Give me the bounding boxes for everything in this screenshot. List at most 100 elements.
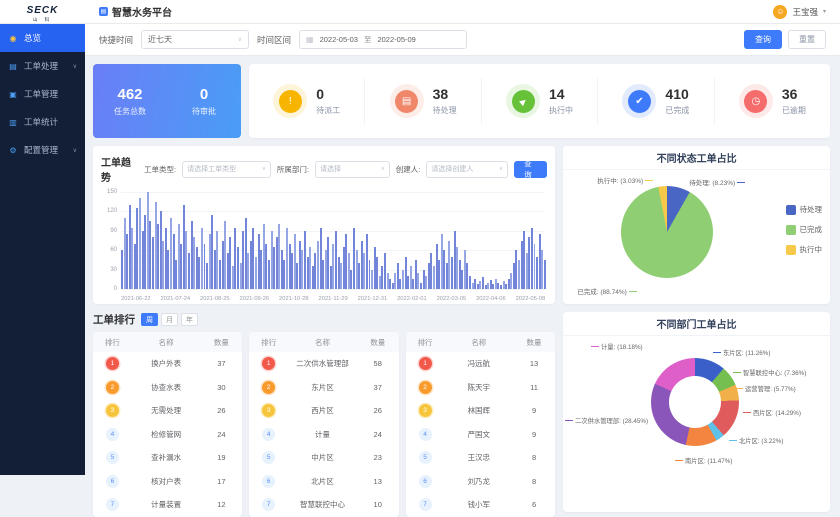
trend-search-button[interactable]: 查询 <box>514 161 547 178</box>
table-row: 2 东片区 37 <box>249 376 398 400</box>
app-icon: ▤ <box>99 7 108 16</box>
settings-icon: ⚙ <box>8 146 18 155</box>
order-type-select[interactable]: 请选择工单类型 ∨ <box>182 161 271 178</box>
stat-已完成: ✔ 410 已完成 <box>597 78 713 124</box>
rank-badge: 1 <box>106 357 119 370</box>
table-row: 3 无需处理 26 <box>93 399 242 423</box>
rank-tab-年[interactable]: 年 <box>181 313 198 326</box>
status-pie-card: 不同状态工单占比 待处理 已完成 执行中 待处理: (8.23%) 已完成: (8… <box>563 146 830 304</box>
chevron-icon: ∨ <box>73 147 77 154</box>
total-tasks-label: 任务总数 <box>93 106 167 117</box>
sidebar-item-order-stats[interactable]: ▥ 工单统计 <box>0 108 85 136</box>
pending-approval-value: 0 <box>167 86 241 103</box>
status-pie-title: 不同状态工单占比 <box>563 146 830 170</box>
dashboard-icon: ◉ <box>8 34 18 43</box>
donut-label: 智慧联控中心: (7.36%) <box>731 368 806 377</box>
date-end: 2022-05-09 <box>377 35 415 44</box>
pending-approval-label: 待审批 <box>167 106 241 117</box>
order-type-label: 工单类型: <box>144 164 176 175</box>
rank-tab-周[interactable]: 周 <box>141 313 158 326</box>
main-content: 462 任务总数 0 待审批 ! 0 待派工 ▤ 38 待处理 ▶ 14 执行中… <box>85 56 840 475</box>
rank-table-1: 排行名称数量 1 换户外表 37 2 协查水表 30 3 无需处理 26 4 检… <box>93 332 242 517</box>
trend-title: 工单趋势 <box>101 154 136 184</box>
legend-item[interactable]: 已完成 <box>786 224 823 235</box>
order-process-icon: ▤ <box>8 62 18 71</box>
search-button[interactable]: 查询 <box>744 30 782 49</box>
donut-label: 运营管理: (5.77%) <box>733 384 796 393</box>
table-row: 1 换户外表 37 <box>93 352 242 376</box>
user-name: 王宝强 <box>792 6 818 18</box>
avatar[interactable]: ☺ <box>773 5 787 19</box>
rank-badge: 2 <box>262 381 275 394</box>
legend-item[interactable]: 执行中 <box>786 244 823 255</box>
paper-plane-icon: ▶ <box>506 84 540 118</box>
rank-badge: 7 <box>262 498 275 511</box>
donut-label: 计量: (18.18%) <box>589 342 643 351</box>
order-stats-icon: ▥ <box>8 118 18 127</box>
reset-button[interactable]: 重置 <box>788 30 826 49</box>
rank-badge: 2 <box>419 381 432 394</box>
table-row: 5 查补漏水 19 <box>93 446 242 470</box>
user-menu[interactable]: ☺ 王宝强 ▾ <box>773 5 840 19</box>
rank-badge: 5 <box>106 451 119 464</box>
donut-label: 北片区: (3.22%) <box>727 436 783 445</box>
shield-check-icon: ✔ <box>622 84 656 118</box>
table-row: 6 核对户表 17 <box>93 470 242 494</box>
table-row: 5 王汉忠 8 <box>406 446 555 470</box>
rank-badge: 5 <box>262 451 275 464</box>
status-stats-card: ! 0 待派工 ▤ 38 待处理 ▶ 14 执行中 ✔ 410 已完成 ◷ 36… <box>249 64 830 138</box>
total-tasks-card: 462 任务总数 0 待审批 <box>93 64 241 138</box>
stat-已逾期: ◷ 36 已逾期 <box>714 78 830 124</box>
rank-table-2: 排行名称数量 1 二次供水管理部 58 2 东片区 37 3 西片区 26 4 … <box>249 332 398 517</box>
rank-badge: 5 <box>419 451 432 464</box>
legend-item[interactable]: 待处理 <box>786 204 823 215</box>
warning-icon: ! <box>273 84 307 118</box>
sidebar: ◉ 总览 ▤ 工单处理 ∨▣ 工单管理 ▥ 工单统计 ⚙ 配置管理 ∨ <box>0 24 85 475</box>
alarm-icon: ◷ <box>739 84 773 118</box>
sidebar-item-settings[interactable]: ⚙ 配置管理 ∨ <box>0 136 85 164</box>
rank-tab-月[interactable]: 月 <box>161 313 178 326</box>
time-range-label: 时间区间 <box>257 34 291 46</box>
rank-badge: 3 <box>106 404 119 417</box>
order-manage-icon: ▣ <box>8 90 18 99</box>
top-bar: SECK 山 科 ▤ 智慧水务平台 ☺ 王宝强 ▾ <box>0 0 840 24</box>
sidebar-item-order-manage[interactable]: ▣ 工单管理 <box>0 80 85 108</box>
rank-badge: 6 <box>106 475 119 488</box>
table-row: 3 西片区 26 <box>249 399 398 423</box>
chevron-down-icon: ∨ <box>258 166 266 172</box>
dept-donut-title: 不同部门工单占比 <box>563 312 830 336</box>
rank-badge: 3 <box>419 404 432 417</box>
rank-table-3: 排行名称数量 1 冯远航 13 2 陈天宇 11 3 林国辉 9 4 严国文 9… <box>406 332 555 517</box>
donut-label: 东片区: (11.26%) <box>711 348 770 357</box>
rank-badge: 2 <box>106 381 119 394</box>
legend-swatch <box>786 205 796 215</box>
rank-badge: 4 <box>106 428 119 441</box>
rank-badge: 4 <box>419 428 432 441</box>
creator-select[interactable]: 请选择创建人 ∨ <box>426 161 508 178</box>
sidebar-item-dashboard[interactable]: ◉ 总览 <box>0 24 85 52</box>
chevron-down-icon: ▾ <box>823 8 826 15</box>
donut-label: 南片区: (11.47%) <box>673 456 732 465</box>
pie-label: 待处理: (8.23%) <box>689 177 747 187</box>
department-select[interactable]: 请选择 ∨ <box>315 161 390 178</box>
rank-badge: 1 <box>262 357 275 370</box>
table-row: 4 严国文 9 <box>406 423 555 447</box>
quick-time-select[interactable]: 近七天 ∨ <box>141 30 249 49</box>
stat-执行中: ▶ 14 执行中 <box>481 78 597 124</box>
date-separator: 至 <box>364 34 372 45</box>
sidebar-item-order-process[interactable]: ▤ 工单处理 ∨ <box>0 52 85 80</box>
donut-label: 二次供水管理部: (28.45%) <box>563 416 648 425</box>
creator-label: 创建人: <box>396 164 421 175</box>
logo: SECK 山 科 <box>0 1 85 23</box>
table-row: 7 智慧联控中心 10 <box>249 493 398 517</box>
date-range-input[interactable]: ▦ 2022-05-03 至 2022-05-09 <box>299 30 467 49</box>
total-tasks-value: 462 <box>93 86 167 103</box>
stat-待处理: ▤ 38 待处理 <box>364 78 480 124</box>
dept-donut-chart: 东片区: (11.26%) 智慧联控中心: (7.36%) 运营管理: (5.77%… <box>563 336 830 512</box>
legend-swatch <box>786 225 796 235</box>
app-title-text: 智慧水务平台 <box>112 4 172 19</box>
table-row: 4 计量 24 <box>249 423 398 447</box>
pie-label: 已完成: (88.74%) <box>577 286 639 296</box>
chevron-down-icon: ∨ <box>238 36 242 43</box>
ranking-title: 工单排行 <box>93 312 135 327</box>
